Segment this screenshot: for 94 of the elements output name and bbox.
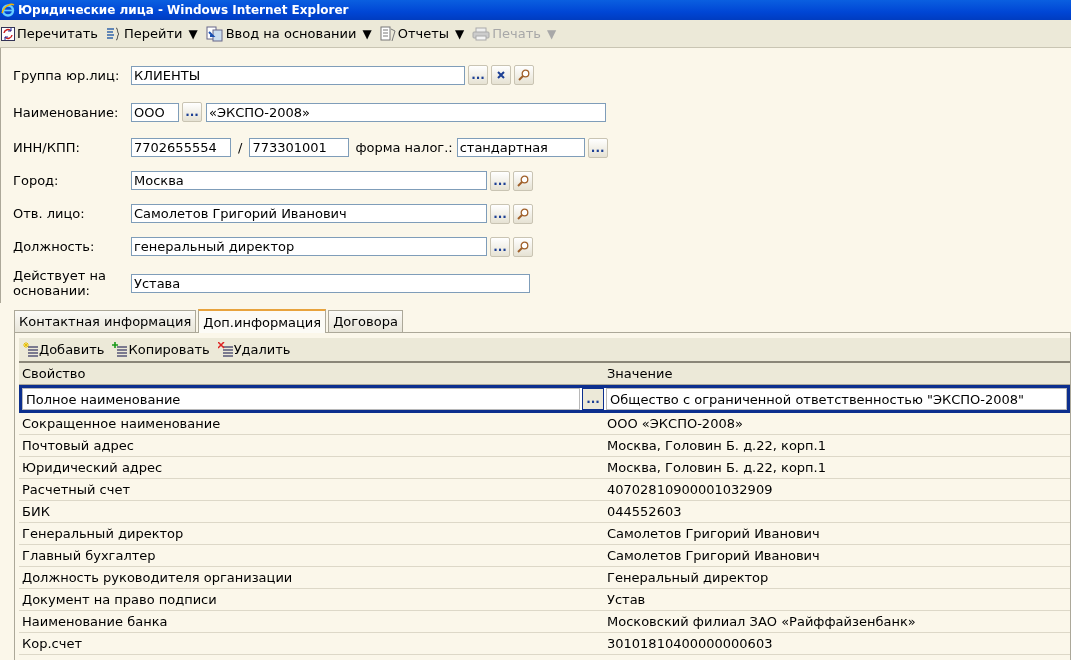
input-field[interactable]: генеральный директор <box>131 237 487 256</box>
field-label: Действует на основании: <box>13 268 107 298</box>
search-button[interactable] <box>514 65 534 85</box>
choose-button[interactable]: ... <box>490 203 510 224</box>
table-cell-text: БИК <box>21 504 51 519</box>
choose-button[interactable]: ... <box>182 102 202 122</box>
input-field[interactable]: Устава <box>131 273 530 293</box>
table-cell-text: Самолетов Григорий Иванович <box>606 526 820 541</box>
close-icon <box>497 71 505 79</box>
choose-button[interactable]: ... <box>468 65 488 85</box>
list-bracket-icon <box>105 26 122 41</box>
input-field[interactable]: Москва <box>131 171 487 190</box>
table-cell-text: 044552603 <box>606 504 682 519</box>
input-field[interactable]: стандартная <box>456 138 585 157</box>
add-row-icon <box>23 342 39 357</box>
search-icon <box>517 240 529 253</box>
table-row[interactable]: Документ на право подписи Устав <box>19 589 1070 611</box>
field-label: ИНН/КПП: <box>13 140 81 155</box>
choose-button[interactable]: ... <box>490 236 510 257</box>
clear-button[interactable] <box>491 65 511 85</box>
choose-button[interactable]: ... <box>587 137 608 158</box>
table-cell-text: 30101810400000000603 <box>606 636 773 651</box>
field-label: Должность: <box>13 239 96 254</box>
table-cell[interactable]: Общество с ограниченной ответственностью "ЭКСПО-2008" <box>606 388 1067 410</box>
toolbar-button[interactable]: Добавить <box>23 342 105 357</box>
table-cell-text: Москва, Головин Б. д.22, корп.1 <box>606 460 827 475</box>
table-cell-text: Главный бухгалтер <box>21 548 157 563</box>
table-row[interactable]: Расчетный счет 40702810900001032909 <box>19 479 1070 501</box>
table-cell-text: Москва, Головин Б. д.22, корп.1 <box>606 438 827 453</box>
choose-button[interactable]: ... <box>490 170 510 191</box>
table-cell-text: Почтовый адрес <box>21 438 135 453</box>
table-row[interactable]: Почтовый адрес Москва, Головин Б. д.22, корп.1 <box>19 435 1070 457</box>
delete-row-icon <box>217 342 234 357</box>
search-icon <box>517 207 529 220</box>
tab[interactable]: Договора <box>328 310 403 332</box>
window-title: Юридические лица - Windows Internet Explorer <box>18 3 349 17</box>
choose-button[interactable]: ... <box>582 388 604 410</box>
toolbar-button[interactable]: Ввод на основании ▼ <box>205 25 372 42</box>
input-field[interactable]: 7702655554 <box>131 138 231 157</box>
field-label: Город: <box>13 173 60 188</box>
table-cell-text: Кор.счет <box>21 636 83 651</box>
table-cell[interactable]: Полное наименование <box>22 388 580 410</box>
printer-icon <box>472 26 491 41</box>
input-field[interactable]: 773301001 <box>249 138 350 157</box>
table-cell-text: Устав <box>606 592 646 607</box>
column-header[interactable]: Свойство <box>19 366 604 381</box>
toolbar-button[interactable]: Удалить <box>217 342 291 357</box>
table-row[interactable]: Наименование банка Московский филиал ЗАО «Райффайзенбанк» <box>19 611 1070 633</box>
tab[interactable]: Контактная информация <box>14 310 197 332</box>
table-row[interactable]: Генеральный директор Самолетов Григорий Иванович <box>19 523 1070 545</box>
search-button[interactable] <box>513 203 533 224</box>
table-cell-text: Должность руководителя организации <box>21 570 294 585</box>
table-cell-text: Документ на право подписи <box>21 592 218 607</box>
table-row[interactable]: Главный бухгалтер Самолетов Григорий Иванович <box>19 545 1070 567</box>
toolbar-button[interactable]: Перечитать <box>1 26 98 41</box>
field-label: Отв. лицо: <box>13 206 86 221</box>
table-cell-text: Наименование банка <box>21 614 169 629</box>
search-button[interactable] <box>513 170 533 191</box>
toolbar-button[interactable]: Перейти ▼ <box>105 26 198 41</box>
table-cell-text: Юридический адрес <box>21 460 164 475</box>
table-cell-text: 40702810900001032909 <box>606 482 773 497</box>
refresh-icon <box>1 26 15 41</box>
table-row[interactable]: Сокращенное наименование ООО «ЭКСПО-2008» <box>19 413 1070 435</box>
search-icon <box>517 174 529 187</box>
browser-logo-icon <box>1 3 15 17</box>
field-label: Наименование: <box>13 104 120 120</box>
search-button[interactable] <box>513 236 533 257</box>
input-field[interactable]: «ЭКСПО-2008» <box>206 102 606 122</box>
report-pages-icon <box>379 25 396 42</box>
document-arrow-icon <box>205 25 224 42</box>
input-field[interactable]: Самолетов Григорий Иванович <box>131 204 487 223</box>
table-cell-text: Генеральный директор <box>21 526 185 541</box>
toolbar-button[interactable]: Копировать <box>112 342 210 357</box>
separator-text: / <box>238 140 243 155</box>
table-cell-text: Расчетный счет <box>21 482 131 497</box>
table-cell-text: Сокращенное наименование <box>21 416 222 431</box>
input-field[interactable]: КЛИЕНТЫ <box>131 65 465 85</box>
field-label: форма налог.: <box>355 140 453 155</box>
table-cell-text: Московский филиал ЗАО «Райффайзенбанк» <box>606 614 916 629</box>
table-row[interactable]: Кор.счет 30101810400000000603 <box>19 633 1070 655</box>
table-cell-text: ООО «ЭКСПО-2008» <box>606 416 743 431</box>
table-cell-text: Генеральный директор <box>606 570 769 585</box>
copy-row-icon <box>112 342 129 357</box>
selected-row[interactable]: Полное наименование ... Общество с ограниченной ответственностью "ЭКСПО-2008" <box>19 385 1070 413</box>
table-row[interactable]: Должность руководителя организации Генеральный директор <box>19 567 1070 589</box>
table-row[interactable]: Юридический адрес Москва, Головин Б. д.22, корп.1 <box>19 457 1070 479</box>
toolbar-button[interactable]: Отчеты ▼ <box>379 25 465 42</box>
tab[interactable]: Доп.информация <box>198 309 327 333</box>
field-label: Группа юр.лиц: <box>13 67 121 83</box>
search-icon <box>518 69 530 81</box>
input-field[interactable]: ООО <box>131 102 179 122</box>
table-cell-text: Самолетов Григорий Иванович <box>606 548 820 563</box>
table-row[interactable]: БИК 044552603 <box>19 501 1070 523</box>
column-header[interactable]: Значение <box>604 366 673 381</box>
